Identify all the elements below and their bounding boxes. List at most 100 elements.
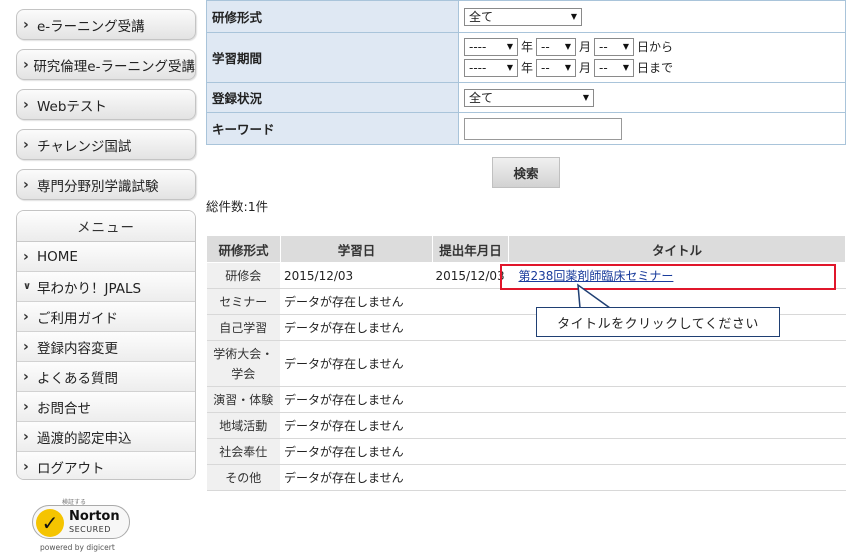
to-year-value: ---- bbox=[469, 61, 487, 75]
menu-item-home[interactable]: › HOME bbox=[17, 242, 195, 272]
status-label: 登録状況 bbox=[206, 82, 459, 113]
table-row: 学術大会・学会 データが存在しません bbox=[206, 340, 846, 387]
dropdown-arrow-icon: ▼ bbox=[506, 42, 513, 51]
row-no-data: データが存在しません bbox=[280, 386, 846, 413]
col-header-format: 研修形式 bbox=[206, 235, 281, 263]
chevron-right-icon: › bbox=[23, 176, 29, 193]
table-row: 社会奉仕 データが存在しません bbox=[206, 438, 846, 465]
to-day-value: -- bbox=[599, 61, 608, 75]
chevron-right-icon: › bbox=[23, 308, 29, 325]
tooltip-pointer-icon bbox=[577, 283, 611, 309]
chevron-right-icon: › bbox=[23, 459, 29, 475]
menu-item-label: ログアウト bbox=[37, 461, 105, 477]
format-select-value: 全て bbox=[469, 10, 494, 24]
table-row: その他 データが存在しません bbox=[206, 464, 846, 491]
menu-title: メニュー bbox=[17, 211, 195, 242]
table-row: 地域活動 データが存在しません bbox=[206, 412, 846, 439]
search-button[interactable]: 検索 bbox=[492, 157, 560, 188]
search-form: 研修形式 全て ▼ 学習期間 ---- ▼ 年 -- ▼ 月 -- ▼ 日から bbox=[206, 0, 846, 145]
specialty-exam-button[interactable]: › 専門分野別学識試験 bbox=[16, 169, 196, 200]
chevron-right-icon: › bbox=[23, 368, 29, 385]
chevron-right-icon: › bbox=[23, 96, 29, 113]
keyword-input[interactable] bbox=[464, 117, 622, 140]
format-label: 研修形式 bbox=[206, 0, 459, 33]
menu-item-label: 登録内容変更 bbox=[37, 340, 118, 357]
chevron-right-icon: › bbox=[23, 338, 29, 355]
month-unit: 月 bbox=[579, 61, 592, 75]
to-year-select[interactable]: ---- ▼ bbox=[464, 59, 518, 77]
norton-name: Norton bbox=[69, 509, 120, 524]
web-test-label: Webテスト bbox=[37, 98, 107, 115]
menu-item-registration-change[interactable]: › 登録内容変更 bbox=[17, 332, 195, 362]
menu-item-label: ご利用ガイド bbox=[37, 310, 118, 327]
row-category: 学術大会・学会 bbox=[206, 340, 281, 387]
from-suffix: 日から bbox=[637, 40, 674, 54]
row-category: 社会奉仕 bbox=[206, 438, 281, 465]
chevron-right-icon: › bbox=[23, 428, 29, 445]
menu-panel: メニュー › HOME ∨ 早わかり！JPALS › ご利用ガイド › 登録内容… bbox=[16, 210, 196, 480]
norton-secured-seal[interactable]: 検証する ✓ Norton SECURED powered by digicer… bbox=[30, 497, 135, 555]
row-no-data: データが存在しません bbox=[280, 438, 846, 465]
menu-item-label: よくある質問 bbox=[37, 370, 118, 387]
row-category: 研修会 bbox=[206, 262, 281, 289]
web-test-button[interactable]: › Webテスト bbox=[16, 89, 196, 120]
to-day-select[interactable]: -- ▼ bbox=[594, 59, 635, 77]
from-month-select[interactable]: -- ▼ bbox=[536, 38, 577, 56]
row-category: 地域活動 bbox=[206, 412, 281, 439]
menu-item-faq[interactable]: › よくある質問 bbox=[17, 362, 195, 392]
checkmark-icon: ✓ bbox=[36, 509, 64, 537]
from-year-select[interactable]: ---- ▼ bbox=[464, 38, 518, 56]
month-unit: 月 bbox=[579, 40, 592, 54]
from-day-select[interactable]: -- ▼ bbox=[594, 38, 635, 56]
menu-item-label: お問合せ bbox=[37, 400, 91, 417]
row-no-data: データが存在しません bbox=[280, 412, 846, 439]
dropdown-arrow-icon: ▼ bbox=[564, 63, 572, 72]
chevron-right-icon: › bbox=[23, 398, 29, 415]
challenge-exam-label: チャレンジ国試 bbox=[37, 138, 132, 155]
to-suffix: 日まで bbox=[637, 61, 674, 75]
menu-item-label: HOME bbox=[37, 248, 78, 265]
norton-secured: SECURED bbox=[69, 525, 111, 534]
period-label: 学習期間 bbox=[206, 32, 459, 83]
challenge-exam-button[interactable]: › チャレンジ国試 bbox=[16, 129, 196, 160]
status-select-value: 全て bbox=[469, 91, 494, 105]
norton-powered-by: powered by digicert bbox=[40, 543, 115, 552]
menu-item-label: 過渡的認定申込 bbox=[37, 430, 132, 447]
row-category: 演習・体験 bbox=[206, 386, 281, 413]
period-to-row: ---- ▼ 年 -- ▼ 月 -- ▼ 日まで bbox=[464, 58, 845, 78]
menu-item-contact[interactable]: › お問合せ bbox=[17, 392, 195, 422]
total-count: 総件数:1件 bbox=[206, 199, 269, 214]
dropdown-arrow-icon: ▼ bbox=[622, 63, 630, 72]
dropdown-arrow-icon: ▼ bbox=[622, 42, 630, 51]
from-year-value: ---- bbox=[469, 40, 487, 54]
col-header-submitted: 提出年月日 bbox=[432, 235, 509, 263]
chevron-right-icon: › bbox=[23, 136, 29, 153]
menu-item-usage-guide[interactable]: › ご利用ガイド bbox=[17, 302, 195, 332]
menu-item-transitional-application[interactable]: › 過渡的認定申込 bbox=[17, 422, 195, 452]
menu-item-label: 早わかり！JPALS bbox=[37, 280, 142, 297]
to-month-value: -- bbox=[541, 61, 550, 75]
dropdown-arrow-icon: ▼ bbox=[506, 63, 513, 72]
norton-badge: ✓ Norton SECURED bbox=[32, 505, 130, 539]
to-month-select[interactable]: -- ▼ bbox=[536, 59, 577, 77]
format-select[interactable]: 全て ▼ bbox=[464, 7, 582, 26]
col-header-title: タイトル bbox=[508, 235, 846, 263]
row-category: その他 bbox=[206, 464, 281, 491]
results-header-row: 研修形式 学習日 提出年月日 タイトル bbox=[206, 235, 846, 263]
specialty-exam-label: 専門分野別学識試験 bbox=[37, 178, 159, 195]
table-row: 演習・体験 データが存在しません bbox=[206, 386, 846, 413]
dropdown-arrow-icon: ▼ bbox=[570, 12, 577, 21]
status-select[interactable]: 全て ▼ bbox=[464, 88, 594, 107]
click-title-tooltip: タイトルをクリックしてください bbox=[536, 307, 780, 337]
elearning-button[interactable]: › e-ラーニング受講 bbox=[16, 9, 196, 40]
year-unit: 年 bbox=[521, 61, 534, 75]
research-ethics-elearning-button[interactable]: › 研究倫理e-ラーニング受講 bbox=[16, 49, 196, 80]
menu-item-logout[interactable]: › ログアウト bbox=[17, 452, 195, 479]
row-no-data: データが存在しません bbox=[280, 340, 846, 387]
elearning-label: e-ラーニング受講 bbox=[37, 18, 145, 35]
menu-item-jpals-guide[interactable]: ∨ 早わかり！JPALS bbox=[17, 272, 195, 302]
period-from-row: ---- ▼ 年 -- ▼ 月 -- ▼ 日から bbox=[464, 37, 845, 57]
from-day-value: -- bbox=[599, 40, 608, 54]
dropdown-arrow-icon: ▼ bbox=[582, 93, 589, 102]
row-no-data: データが存在しません bbox=[280, 464, 846, 491]
